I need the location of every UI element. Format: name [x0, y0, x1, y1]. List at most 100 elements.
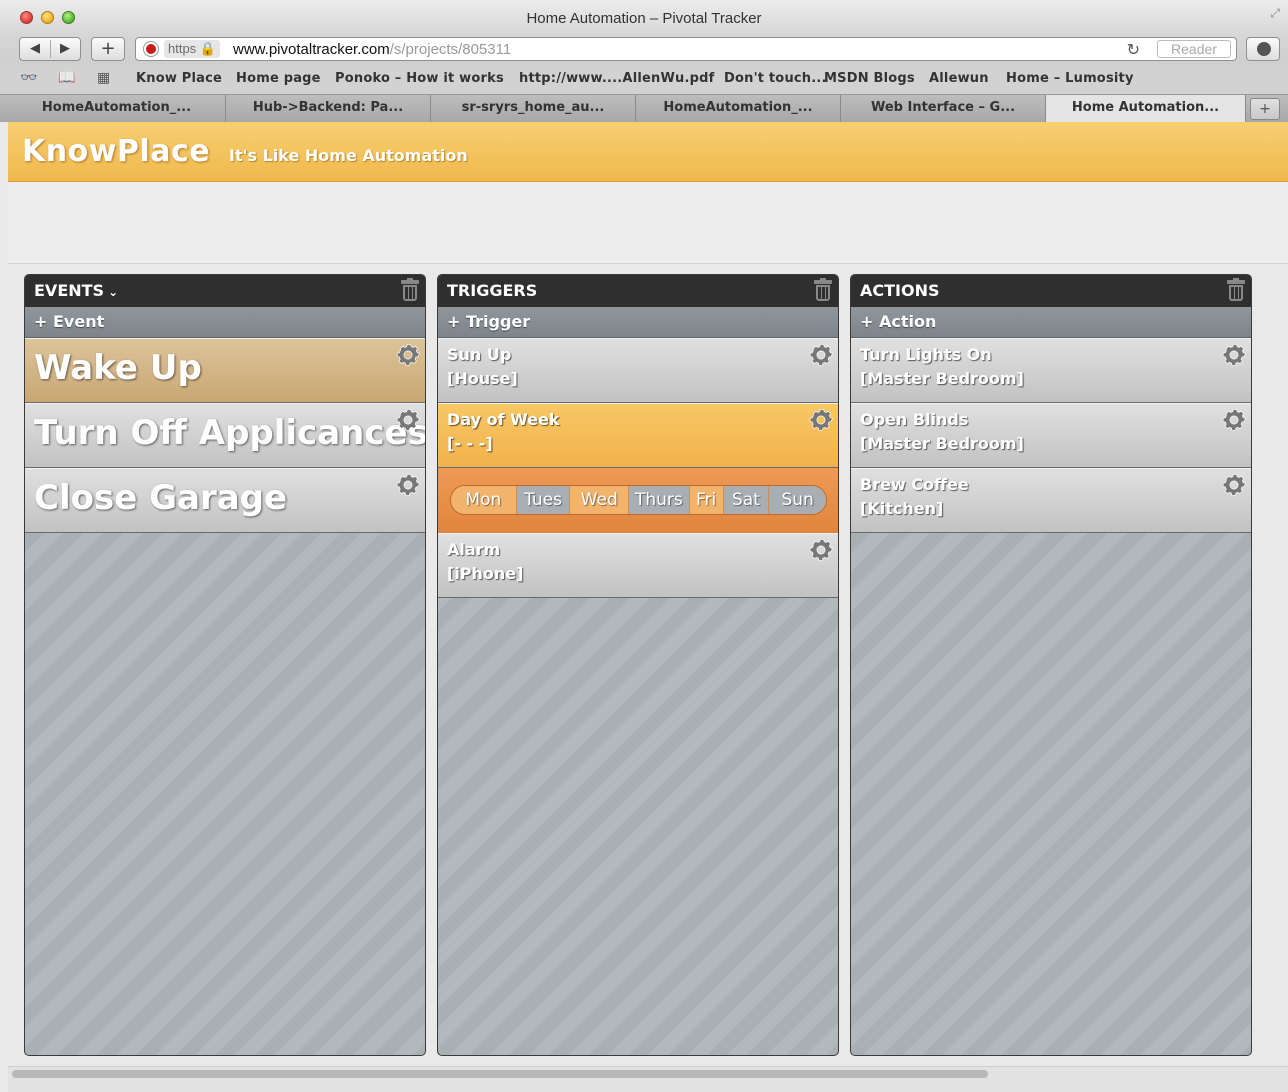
trigger-target: [iPhone] — [447, 564, 524, 583]
events-title: EVENTS — [34, 281, 105, 300]
forward-button[interactable]: ▶ — [50, 38, 80, 60]
reload-icon[interactable]: ↻ — [1127, 40, 1140, 60]
downloads-button[interactable] — [1246, 37, 1280, 61]
trigger-card-day-of-week[interactable]: Day of Week [- - -] — [438, 403, 838, 468]
browser-tab[interactable]: sr-sryrs_home_au... — [431, 95, 636, 123]
triggers-column: TRIGGERS + Trigger Sun Up [House] Day of… — [437, 274, 839, 1056]
app-tagline: It's Like Home Automation — [229, 146, 468, 165]
event-card-close-garage[interactable]: Close Garage — [25, 468, 425, 533]
address-bar[interactable]: https 🔒 www.pivotaltracker.com/s/project… — [135, 37, 1237, 61]
browser-tab-active[interactable]: Home Automation... — [1046, 95, 1246, 123]
actions-header: ACTIONS — [851, 275, 1251, 307]
trigger-name: Alarm — [447, 540, 501, 559]
back-forward-buttons: ◀ ▶ — [19, 37, 81, 61]
https-badge: https 🔒 — [164, 40, 220, 58]
separator — [50, 40, 51, 58]
chevron-down-icon: ⌄ — [108, 285, 119, 299]
day-toggle-sun[interactable]: Sun — [769, 486, 826, 514]
action-card-turn-lights-on[interactable]: Turn Lights On [Master Bedroom] — [851, 338, 1251, 403]
gear-icon[interactable] — [395, 472, 421, 498]
action-card-open-blinds[interactable]: Open Blinds [Master Bedroom] — [851, 403, 1251, 468]
tab-bar: HomeAutomation_... Hub->Backend: Pa... s… — [0, 94, 1288, 123]
bookmark-item[interactable]: http://www....AllenWu.pdf — [519, 71, 714, 86]
add-event-button[interactable]: + Event — [25, 307, 425, 338]
action-target: [Kitchen] — [860, 499, 944, 518]
day-of-week-panel: Mon Tues Wed Thurs Fri Sat Sun — [438, 468, 838, 534]
bookmark-item[interactable]: Home page — [236, 71, 321, 86]
event-name: Wake Up — [34, 348, 202, 388]
bookmark-item[interactable]: Don't touch... — [724, 71, 827, 86]
browser-tab[interactable]: Web Interface – G... — [841, 95, 1046, 123]
site-icon — [144, 42, 158, 56]
lock-icon: 🔒 — [199, 41, 216, 56]
events-header: EVENTS ⌄ — [25, 275, 425, 307]
event-card-turn-off-appliances[interactable]: Turn Off Applicances — [25, 403, 425, 468]
day-toggle-thurs[interactable]: Thurs — [629, 486, 690, 514]
action-target: [Master Bedroom] — [860, 369, 1024, 388]
gear-icon[interactable] — [395, 407, 421, 433]
bookmark-item[interactable]: Home – Lumosity — [1006, 71, 1134, 86]
event-name: Close Garage — [34, 478, 288, 518]
bookmark-item[interactable]: Know Place — [136, 71, 222, 86]
day-toggle-tues[interactable]: Tues — [516, 486, 571, 514]
events-title-dropdown[interactable]: EVENTS ⌄ — [34, 281, 118, 300]
browser-tab[interactable]: HomeAutomation_... — [8, 95, 226, 123]
gear-icon[interactable] — [1221, 407, 1247, 433]
scrollbar-thumb[interactable] — [12, 1070, 988, 1078]
event-card-wake-up[interactable]: Wake Up — [25, 338, 425, 403]
trash-icon[interactable] — [401, 278, 419, 302]
bookmark-item[interactable]: Allewun — [929, 71, 989, 86]
actions-title: ACTIONS — [860, 281, 940, 300]
gear-icon[interactable] — [395, 342, 421, 368]
bookmark-item[interactable]: Ponoko – How it works — [335, 71, 504, 86]
trigger-card-alarm[interactable]: Alarm [iPhone] — [438, 533, 838, 598]
trigger-name: Day of Week — [447, 410, 560, 429]
url-path: /s/projects/805311 — [389, 41, 512, 58]
action-name: Brew Coffee — [860, 475, 969, 494]
url-text: www.pivotaltracker.com/s/projects/805311 — [233, 41, 511, 58]
action-card-brew-coffee[interactable]: Brew Coffee [Kitchen] — [851, 468, 1251, 533]
top-sites-icon[interactable]: ▦ — [97, 70, 110, 86]
fullscreen-icon[interactable]: ⤢ — [1270, 6, 1280, 21]
action-name: Open Blinds — [860, 410, 969, 429]
browser-tab[interactable]: Hub->Backend: Pa... — [226, 95, 431, 123]
reading-list-icon[interactable]: 👓 — [20, 70, 37, 86]
trigger-name: Sun Up — [447, 345, 512, 364]
gear-icon[interactable] — [808, 407, 834, 433]
window-title: Home Automation – Pivotal Tracker — [526, 10, 762, 27]
add-trigger-button[interactable]: + Trigger — [438, 307, 838, 338]
trigger-target: [- - -] — [447, 434, 493, 453]
app-logo[interactable]: KnowPlace — [22, 134, 210, 169]
reader-button[interactable]: Reader — [1157, 40, 1231, 58]
browser-toolbar: ◀ ▶ + https 🔒 www.pivotaltracker.com/s/pr… — [0, 36, 1288, 64]
triggers-title: TRIGGERS — [447, 281, 538, 300]
event-name: Turn Off Applicances — [34, 413, 426, 453]
trash-icon[interactable] — [814, 278, 832, 302]
trigger-card-sun-up[interactable]: Sun Up [House] — [438, 338, 838, 403]
gear-icon[interactable] — [1221, 342, 1247, 368]
browser-tab[interactable]: HomeAutomation_... — [636, 95, 841, 123]
back-button[interactable]: ◀ — [20, 38, 50, 60]
day-toggle-mon[interactable]: Mon — [451, 486, 517, 514]
app-subheader — [8, 182, 1288, 264]
day-selector: Mon Tues Wed Thurs Fri Sat Sun — [450, 485, 827, 515]
day-toggle-wed[interactable]: Wed — [570, 486, 630, 514]
gear-icon[interactable] — [808, 537, 834, 563]
bookmark-item[interactable]: MSDN Blogs — [824, 71, 915, 86]
horizontal-scrollbar[interactable] — [8, 1066, 1288, 1092]
add-tab-button[interactable]: + — [1250, 98, 1280, 120]
day-toggle-fri[interactable]: Fri — [689, 486, 724, 514]
url-host: www.pivotaltracker.com — [233, 41, 390, 58]
app-header: KnowPlace It's Like Home Automation — [8, 122, 1288, 182]
triggers-header: TRIGGERS — [438, 275, 838, 307]
new-tab-button[interactable]: + — [91, 37, 125, 61]
add-action-button[interactable]: + Action — [851, 307, 1251, 338]
window-titlebar: Home Automation – Pivotal Tracker ⤢ — [0, 0, 1288, 36]
gear-icon[interactable] — [808, 342, 834, 368]
bookmarks-icon[interactable]: 📖 — [58, 70, 75, 86]
trash-icon[interactable] — [1227, 278, 1245, 302]
actions-column: ACTIONS + Action Turn Lights On [Master … — [850, 274, 1252, 1056]
bookmarks-bar: 👓 📖 ▦ Know Place Home page Ponoko – How … — [0, 64, 1288, 94]
gear-icon[interactable] — [1221, 472, 1247, 498]
day-toggle-sat[interactable]: Sat — [723, 486, 770, 514]
